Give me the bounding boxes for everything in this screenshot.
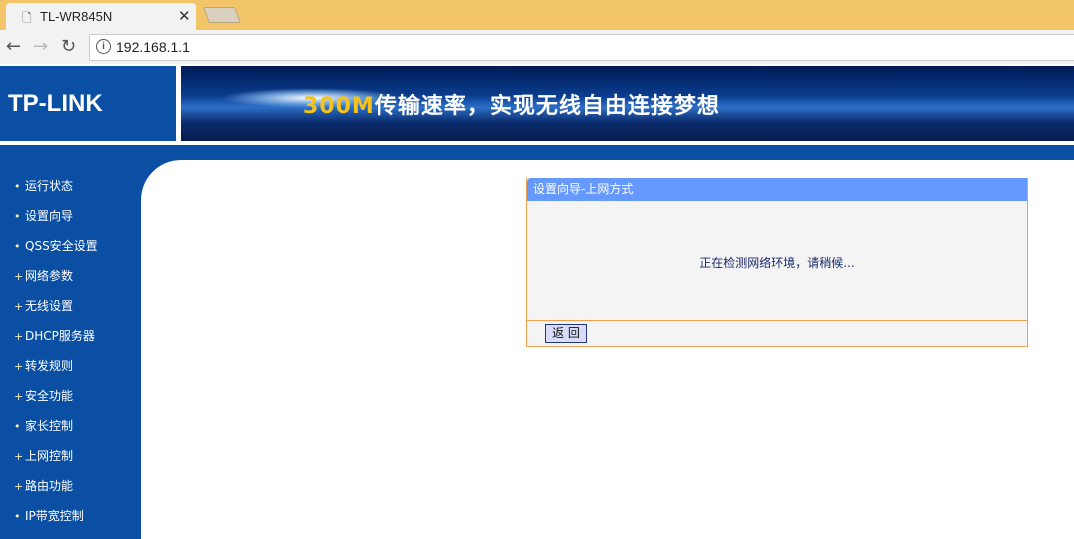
- bullet-icon: •: [14, 210, 21, 223]
- sidebar-item[interactable]: • QSS安全设置: [14, 237, 98, 254]
- sidebar-menu: • 运行状态 • 设置向导 • QSS安全设置 + 网络参数 + 无线设置 + DHCP服务器 + 转发规…: [0, 160, 141, 539]
- sidebar-item[interactable]: + 网络参数: [14, 267, 73, 284]
- sidebar-item-label: 安全功能: [25, 389, 74, 403]
- sidebar-item-label: 运行状态: [25, 179, 74, 193]
- header-bar: [0, 145, 1074, 160]
- plus-icon: +: [14, 480, 24, 493]
- plus-icon: +: [14, 300, 24, 313]
- sidebar-item-label: 上网控制: [25, 449, 74, 463]
- sidebar-item[interactable]: + DHCP服务器: [14, 327, 95, 344]
- content-corner: [141, 160, 181, 200]
- status-message: 正在检测网络环境，请稍候...: [699, 256, 855, 270]
- close-tab-icon[interactable]: ✕: [178, 7, 191, 25]
- sidebar-item-label: 设置向导: [25, 209, 74, 223]
- plus-icon: +: [14, 270, 24, 283]
- router-header: TP-LINK 300M传输速率，实现无线自由连接梦想: [0, 66, 1074, 141]
- sidebar-item-label: 路由功能: [25, 479, 74, 493]
- slogan-highlight: 300M: [303, 94, 375, 119]
- bullet-icon: •: [14, 180, 21, 193]
- sidebar-item-label: 无线设置: [25, 299, 74, 313]
- sidebar-item[interactable]: • 运行状态: [14, 177, 73, 194]
- sidebar-item-label: 网络参数: [25, 269, 74, 283]
- bullet-icon: •: [14, 420, 21, 433]
- forward-arrow-icon[interactable]: →: [33, 36, 48, 57]
- plus-icon: +: [14, 360, 24, 373]
- panel-footer: 返 回: [527, 320, 1027, 343]
- sidebar-item-label: QSS安全设置: [25, 239, 98, 253]
- banner: 300M传输速率，实现无线自由连接梦想: [181, 66, 1074, 141]
- sidebar-item-label: IP带宽控制: [25, 509, 84, 523]
- tab-title: TL-WR845N: [40, 9, 113, 24]
- info-icon[interactable]: i: [96, 39, 111, 54]
- slogan-text: 传输速率，实现无线自由连接梦想: [374, 94, 720, 119]
- back-button[interactable]: 返 回: [545, 324, 587, 343]
- panel-title: 设置向导-上网方式: [527, 178, 1027, 201]
- sidebar-item[interactable]: • IP带宽控制: [14, 507, 84, 524]
- address-bar[interactable]: i 192.168.1.1: [89, 34, 1074, 61]
- nav-bar: ← → ↻ i 192.168.1.1: [0, 30, 1074, 64]
- new-tab-button[interactable]: [203, 7, 241, 23]
- plus-icon: +: [14, 450, 24, 463]
- plus-icon: +: [14, 330, 24, 343]
- page-icon: 🗋: [22, 11, 32, 25]
- sidebar-item[interactable]: • 设置向导: [14, 207, 73, 224]
- sidebar-item[interactable]: + 上网控制: [14, 447, 73, 464]
- url-text: 192.168.1.1: [116, 39, 190, 55]
- reload-icon[interactable]: ↻: [61, 36, 76, 57]
- sidebar-item-label: 家长控制: [25, 419, 74, 433]
- sidebar-item-label: 转发规则: [25, 359, 74, 373]
- sidebar-item[interactable]: + 路由功能: [14, 477, 73, 494]
- plus-icon: +: [14, 390, 24, 403]
- browser-tab[interactable]: 🗋 TL-WR845N ✕: [6, 3, 196, 30]
- sidebar-item[interactable]: + 无线设置: [14, 297, 73, 314]
- sidebar-item[interactable]: • 家长控制: [14, 417, 73, 434]
- back-arrow-icon[interactable]: ←: [6, 36, 21, 57]
- banner-slogan: 300M传输速率，实现无线自由连接梦想: [303, 88, 720, 120]
- bullet-icon: •: [14, 240, 21, 253]
- sidebar-item-label: DHCP服务器: [25, 329, 95, 343]
- wizard-panel: 设置向导-上网方式 正在检测网络环境，请稍候... 返 回: [526, 178, 1028, 347]
- tp-link-logo: TP-LINK: [0, 66, 176, 141]
- bullet-icon: •: [14, 510, 21, 523]
- tab-bar: 🗋 TL-WR845N ✕: [0, 0, 1074, 30]
- sidebar-item[interactable]: + 安全功能: [14, 387, 73, 404]
- sidebar-item[interactable]: + 转发规则: [14, 357, 73, 374]
